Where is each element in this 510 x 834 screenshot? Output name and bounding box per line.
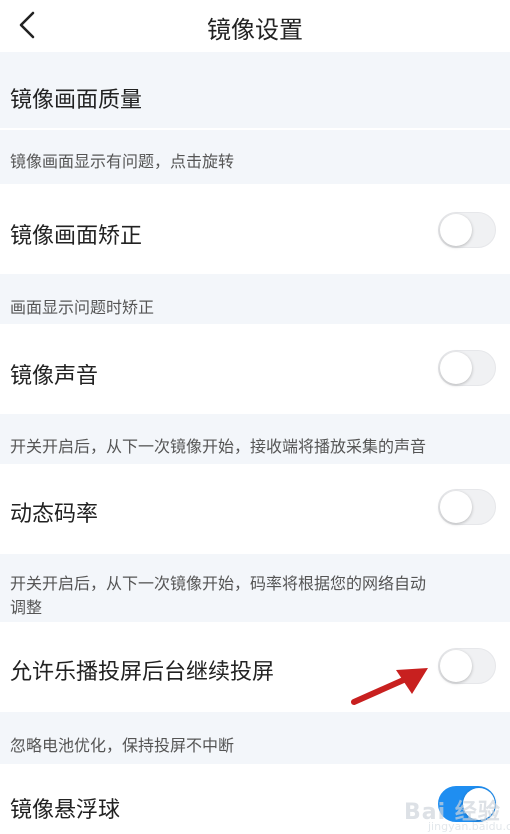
setting-desc-band-quality: 镜像画面显示有问题，点击旋转 xyxy=(0,130,510,184)
toggle-knob xyxy=(440,650,472,682)
setting-desc-band-sound: 开关开启后，从下一次镜像开始，接收端将播放采集的声音 xyxy=(0,414,510,464)
setting-row-correction[interactable]: 镜像画面矫正 xyxy=(0,184,510,274)
setting-desc-band-background: 忽略电池优化，保持投屏不中断 xyxy=(0,712,510,764)
setting-row-background[interactable]: 允许乐播投屏后台继续投屏 xyxy=(0,622,510,712)
toggle-knob xyxy=(440,352,472,384)
page-title: 镜像设置 xyxy=(207,16,303,44)
background-toggle[interactable] xyxy=(438,648,496,684)
correction-toggle[interactable] xyxy=(438,212,496,248)
setting-label-sound: 镜像声音 xyxy=(10,364,99,389)
setting-label-correction: 镜像画面矫正 xyxy=(10,224,143,249)
annotation-arrow-icon xyxy=(351,668,428,705)
setting-label-background: 允许乐播投屏后台继续投屏 xyxy=(10,660,275,685)
watermark: Bai 经验 jingyan.baidu.com xyxy=(392,782,510,834)
setting-row-bitrate[interactable]: 动态码率 xyxy=(0,464,510,554)
setting-desc-quality: 镜像画面显示有问题，点击旋转 xyxy=(10,152,235,171)
setting-desc-bitrate-line2: 调整 xyxy=(10,598,43,617)
setting-label-floating-ball: 镜像悬浮球 xyxy=(10,798,121,823)
setting-desc-background: 忽略电池优化，保持投屏不中断 xyxy=(10,736,235,755)
bitrate-toggle[interactable] xyxy=(438,489,496,525)
setting-desc-band-bitrate: 开关开启后，从下一次镜像开始，码率将根据您的网络自动 调整 xyxy=(0,554,510,622)
sound-toggle[interactable] xyxy=(438,350,496,386)
toggle-knob xyxy=(440,491,472,523)
setting-desc-bitrate-line1: 开关开启后，从下一次镜像开始，码率将根据您的网络自动 xyxy=(10,574,427,593)
setting-row-sound[interactable]: 镜像声音 xyxy=(0,324,510,414)
setting-row-quality[interactable]: 镜像画面质量 xyxy=(0,52,510,128)
setting-label-bitrate: 动态码率 xyxy=(10,502,99,527)
setting-desc-correction: 画面显示问题时矫正 xyxy=(10,298,155,317)
watermark-sub: jingyan.baidu.com xyxy=(428,820,510,833)
header: 镜像设置 xyxy=(0,0,510,52)
setting-label-quality: 镜像画面质量 xyxy=(10,88,143,113)
setting-desc-sound: 开关开启后，从下一次镜像开始，接收端将播放采集的声音 xyxy=(10,437,427,456)
setting-desc-band-correction: 画面显示问题时矫正 xyxy=(0,274,510,324)
toggle-knob xyxy=(440,214,472,246)
